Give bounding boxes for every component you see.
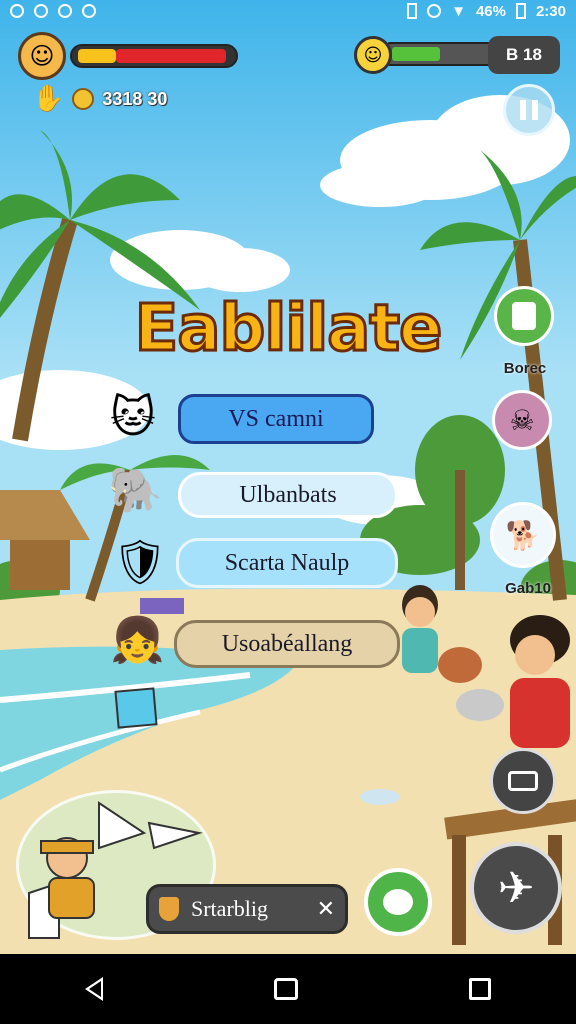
player-hud: ☺: [18, 32, 240, 80]
cat-icon: 🐱: [110, 392, 156, 443]
girl-icon: 👧: [110, 615, 165, 666]
menu-button-fourth[interactable]: Usoabéallang: [174, 620, 400, 668]
recent-apps-icon[interactable]: [468, 978, 491, 1000]
coin-icon: [72, 88, 95, 110]
status-right: ▼ 46% 2:30: [407, 3, 566, 20]
store-button[interactable]: [494, 286, 554, 346]
pause-button[interactable]: [503, 84, 555, 136]
health-bar-fill: [116, 49, 226, 63]
player-avatar[interactable]: ☺: [18, 32, 66, 80]
chat-text: Srtarblig: [191, 896, 268, 921]
system-navigation-bar: [0, 954, 576, 1024]
health-bar-yellow: [78, 49, 116, 63]
energy-hud: ☺ B 18: [354, 36, 560, 76]
menu-button-vs[interactable]: VS camni: [178, 394, 374, 444]
status-bar: ▼ 46% 2:30: [0, 0, 576, 22]
store-label: Borec: [503, 360, 547, 377]
back-icon[interactable]: [85, 977, 104, 1001]
notification-icon: [58, 4, 72, 18]
profile-button[interactable]: 🐕: [490, 502, 556, 568]
smiley-icon: ☺: [354, 36, 392, 74]
pause-icon-bar: [532, 100, 538, 120]
health-bar: [70, 44, 238, 68]
energy-count: B 18: [488, 36, 560, 74]
menu-button-third[interactable]: Scarta Naulp: [176, 538, 398, 588]
home-icon[interactable]: [273, 978, 298, 1000]
sim-icon: [407, 3, 418, 19]
battery-level: 46%: [475, 2, 506, 20]
chat-bar[interactable]: Srtarblig ✕: [146, 884, 348, 934]
game-title: Eablilate: [133, 291, 444, 368]
wifi-icon: ▼: [451, 2, 466, 20]
notification-icon: [10, 4, 24, 18]
camera-button[interactable]: [490, 748, 556, 814]
elephant-icon: 🐘: [108, 465, 163, 516]
skull-button[interactable]: ☠: [492, 390, 552, 450]
camera-icon: [508, 771, 538, 791]
menu-button-second[interactable]: Ulbanbats: [178, 472, 398, 518]
clock: 2:30: [535, 2, 566, 20]
hand-icon: ✋: [32, 84, 65, 114]
status-left-icons: [10, 4, 96, 18]
battery-icon: [515, 3, 526, 19]
notification-icon: [34, 4, 48, 18]
green-action-button[interactable]: [364, 868, 432, 936]
coin-counter: ✋ 3318 30: [32, 84, 167, 114]
coin-amount: 3318 30: [102, 88, 168, 109]
shield-icon: 🛡: [112, 537, 168, 588]
sword-icon: ✈: [497, 862, 535, 914]
skull-icon: ☠: [509, 403, 535, 437]
profile-label: Gab10: [505, 580, 551, 597]
energy-bar-fill: [392, 47, 440, 61]
sync-icon: [427, 4, 442, 18]
attack-button[interactable]: ✈: [470, 842, 562, 934]
pause-icon-bar: [520, 100, 526, 120]
dog-avatar-icon: 🐕: [505, 518, 541, 552]
store-icon: [512, 302, 536, 330]
close-icon[interactable]: ✕: [317, 897, 335, 922]
shield-badge-icon: [159, 897, 179, 921]
notification-icon: [82, 4, 96, 18]
chat-bubble-icon: [383, 889, 413, 915]
